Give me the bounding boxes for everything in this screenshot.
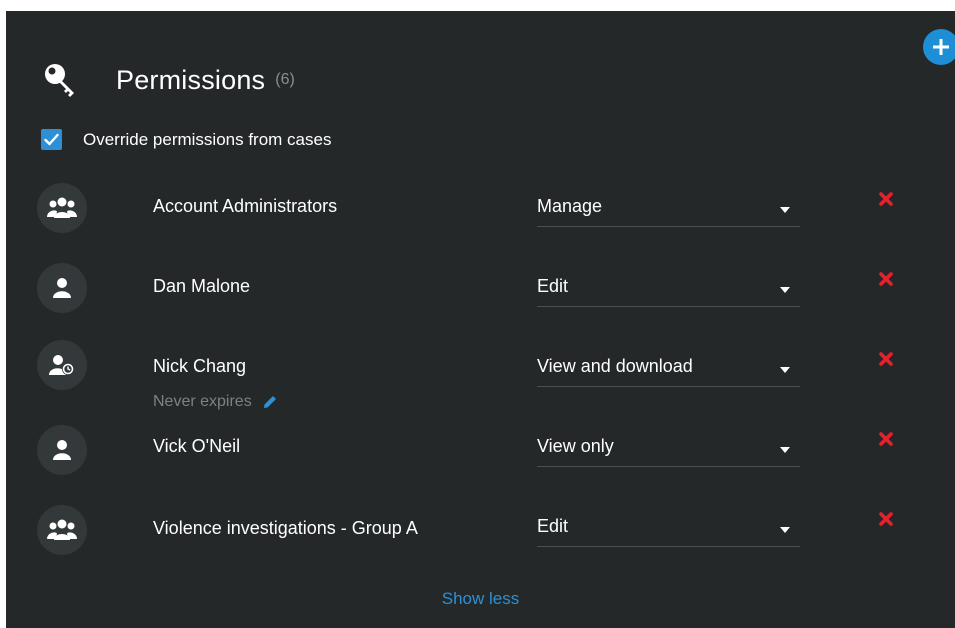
avatar — [37, 263, 87, 313]
pencil-icon[interactable] — [262, 394, 278, 410]
show-less-link[interactable]: Show less — [6, 589, 955, 609]
permission-level-value: Edit — [537, 516, 569, 536]
permission-level-dropdown[interactable]: Edit — [537, 270, 800, 307]
avatar — [37, 425, 87, 475]
remove-icon[interactable] — [878, 271, 894, 287]
chevron-down-icon — [780, 527, 790, 533]
override-permissions-checkbox[interactable]: Override permissions from cases — [41, 129, 331, 150]
user-icon — [53, 440, 71, 460]
remove-icon[interactable] — [878, 511, 894, 527]
permission-name: Violence investigations - Group A — [153, 518, 418, 538]
expiry-label: Never expires — [153, 393, 252, 410]
permission-level-value: Edit — [537, 276, 569, 296]
remove-icon[interactable] — [878, 191, 894, 207]
override-label: Override permissions from cases — [83, 129, 332, 149]
checkbox-checked[interactable] — [41, 129, 62, 150]
plus-icon — [933, 39, 949, 55]
key-icon — [45, 64, 74, 97]
expiry-info: Never expires — [153, 393, 278, 411]
permission-level-dropdown[interactable]: View and download — [537, 350, 800, 387]
chevron-down-icon — [780, 207, 790, 213]
page-title: Permissions — [116, 64, 266, 95]
permission-level-value: Manage — [537, 196, 603, 216]
user-icon — [53, 278, 71, 298]
user-clock-icon — [49, 355, 74, 375]
chevron-down-icon — [780, 367, 790, 373]
add-permission-button[interactable] — [923, 29, 955, 65]
avatar — [37, 505, 87, 555]
permission-level-dropdown[interactable]: View only — [537, 430, 800, 467]
group-icon — [47, 519, 77, 540]
permission-name: Account Administrators — [153, 196, 338, 216]
permission-level-value: View only — [537, 436, 614, 456]
checkmark-icon — [44, 133, 59, 146]
remove-icon[interactable] — [878, 351, 894, 367]
permission-name: Dan Malone — [153, 276, 251, 296]
chevron-down-icon — [780, 447, 790, 453]
permissions-panel: Permissions (6) Override permissions fro… — [6, 11, 955, 628]
avatar — [37, 183, 87, 233]
remove-icon[interactable] — [878, 431, 894, 447]
permission-level-dropdown[interactable]: Edit — [537, 510, 800, 547]
permission-level-value: View and download — [537, 356, 693, 376]
avatar — [37, 340, 87, 390]
panel-header: Permissions (6) — [42, 61, 295, 99]
chevron-down-icon — [780, 287, 790, 293]
permission-level-dropdown[interactable]: Manage — [537, 190, 800, 227]
permissions-count: (6) — [275, 71, 295, 88]
permission-name: Nick Chang — [153, 356, 247, 376]
permission-name: Vick O'Neil — [153, 436, 241, 456]
group-icon — [47, 197, 77, 218]
